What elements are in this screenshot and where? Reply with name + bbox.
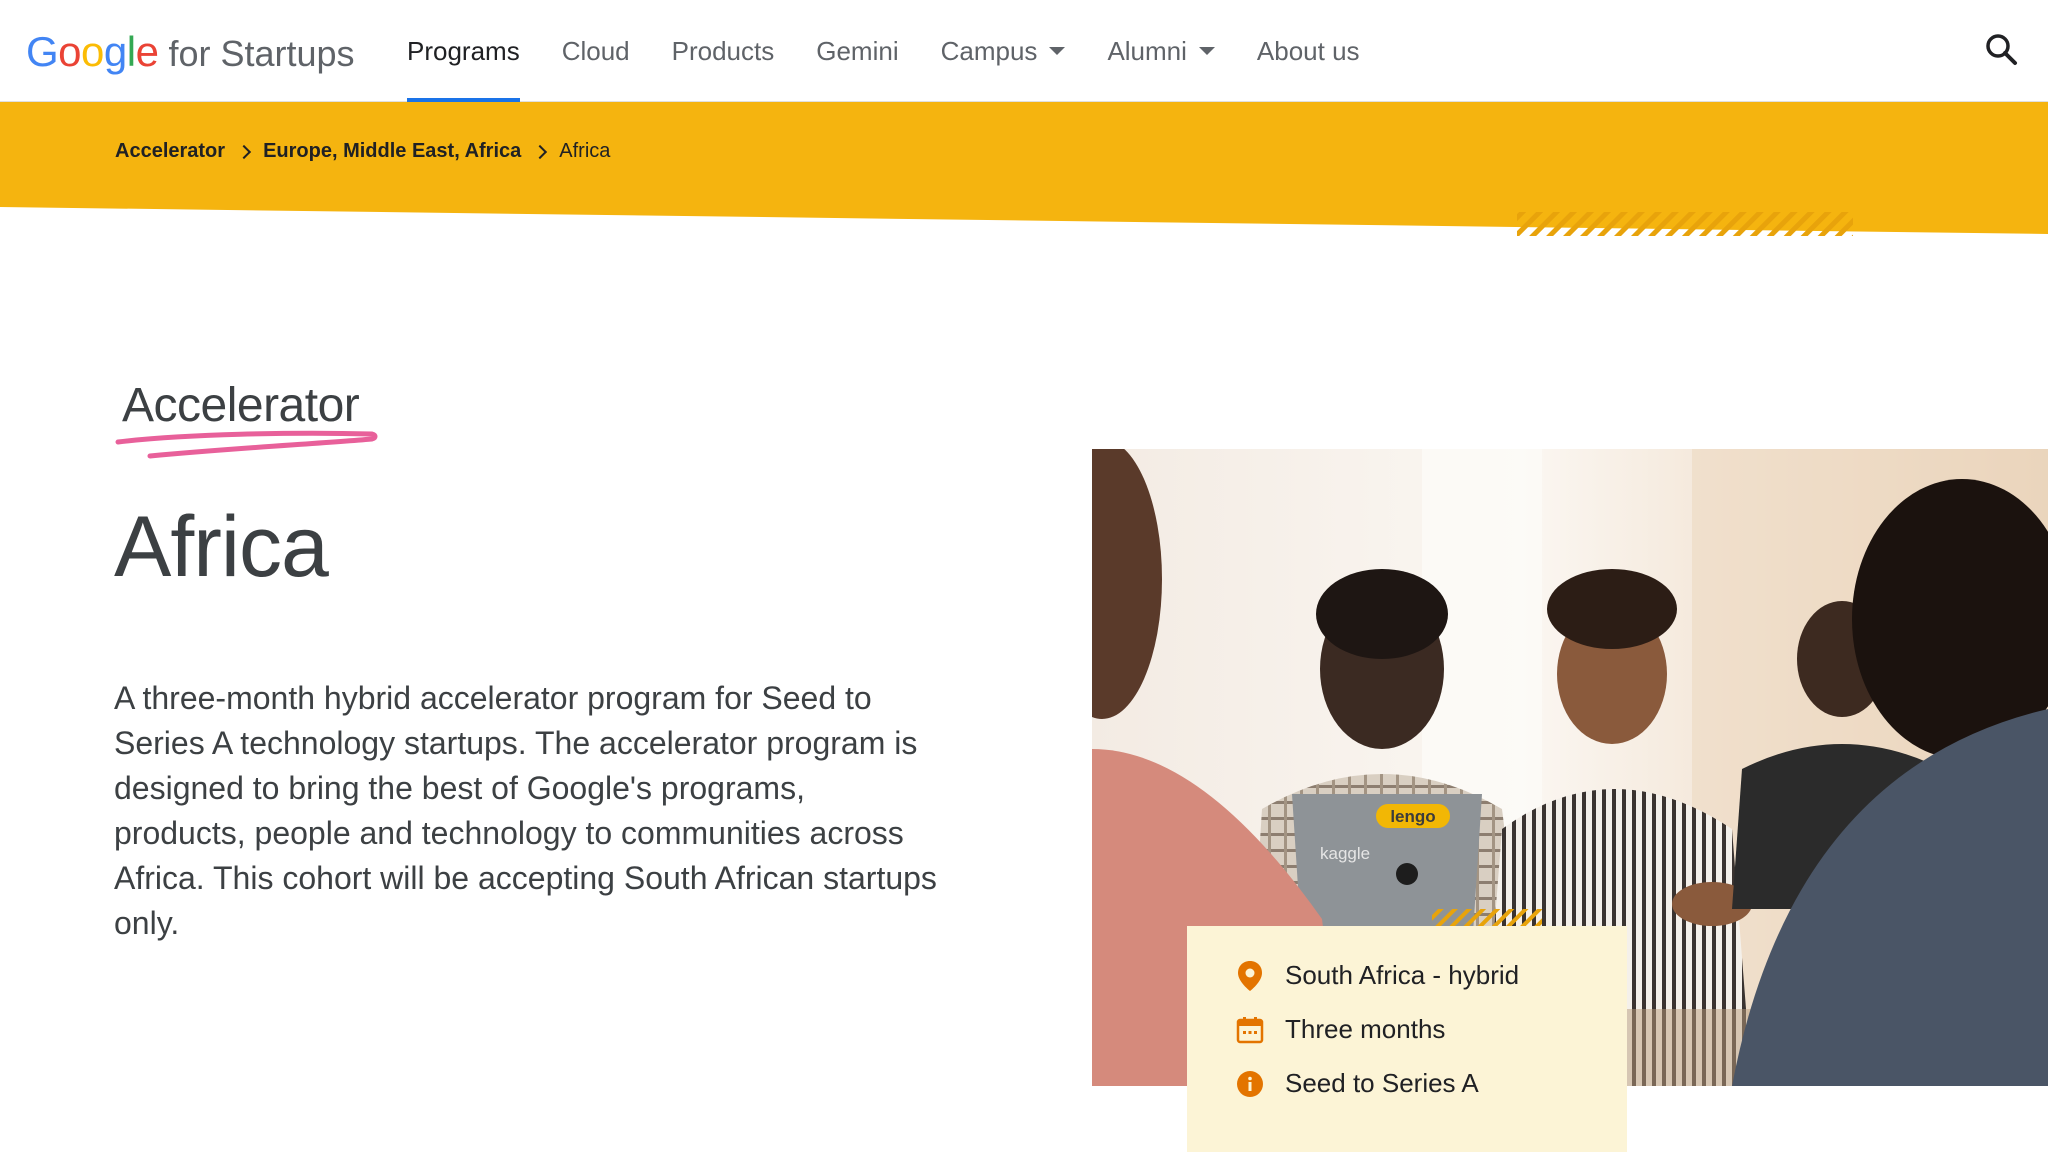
nav-alumni[interactable]: Alumni xyxy=(1107,0,1215,102)
hero-banner xyxy=(0,102,2048,236)
chevron-right-icon xyxy=(533,144,548,159)
nav-products-label: Products xyxy=(671,35,775,66)
nav-campus[interactable]: Campus xyxy=(941,0,1066,102)
laptop-sticker-kaggle: kaggle xyxy=(1320,844,1370,863)
nav-cloud[interactable]: Cloud xyxy=(562,0,630,102)
breadcrumb-current: Africa xyxy=(559,140,611,162)
info-icon xyxy=(1235,1069,1265,1099)
nav-alumni-label: Alumni xyxy=(1107,35,1187,66)
nav-programs[interactable]: Programs xyxy=(407,0,520,102)
program-description: A three-month hybrid accelerator program… xyxy=(114,680,937,941)
nav-campus-label: Campus xyxy=(940,35,1038,66)
decorative-hatch xyxy=(1517,212,1853,236)
laptop-sticker-lengo: lengo xyxy=(1390,807,1435,826)
info-stage: Seed to Series A xyxy=(1235,1068,1479,1099)
nav-cloud-label: Cloud xyxy=(561,35,630,66)
info-stage-text: Seed to Series A xyxy=(1285,1068,1479,1098)
search-icon xyxy=(1986,34,2017,65)
nav-gemini-label: Gemini xyxy=(816,35,899,66)
google-for-startups-logo[interactable]: Google for Startups xyxy=(26,28,355,75)
info-duration-text: Three months xyxy=(1285,1014,1446,1044)
info-location: South Africa - hybrid xyxy=(1235,960,1519,991)
scribble-underline xyxy=(115,430,378,459)
program-info-card: South Africa - hybrid Three months Seed … xyxy=(1187,926,1627,1152)
chevron-down-icon xyxy=(1198,47,1215,55)
calendar-icon xyxy=(1235,1015,1265,1045)
info-location-text: South Africa - hybrid xyxy=(1285,960,1520,990)
breadcrumb-emea[interactable]: Europe, Middle East, Africa xyxy=(263,140,521,163)
search-button[interactable] xyxy=(1982,30,2022,70)
chevron-right-icon xyxy=(236,144,252,159)
google-wordmark: Google xyxy=(26,28,159,75)
page-title: Africa xyxy=(114,499,329,595)
logo-suffix: for Startups xyxy=(168,33,355,74)
chevron-down-icon xyxy=(1049,47,1066,55)
main-nav: Programs Cloud Products Gemini Campus Al… xyxy=(407,0,1402,102)
breadcrumb: Accelerator Europe, Middle East, Africa … xyxy=(115,140,610,163)
top-navigation: Google for Startups Programs Cloud Produ… xyxy=(0,0,2048,102)
program-eyebrow: Accelerator xyxy=(122,379,360,432)
nav-programs-label: Programs xyxy=(407,35,520,66)
nav-products[interactable]: Products xyxy=(672,0,775,102)
location-pin-icon xyxy=(1235,960,1265,991)
info-duration: Three months xyxy=(1235,1014,1445,1045)
nav-about-label: About us xyxy=(1256,35,1360,66)
nav-gemini[interactable]: Gemini xyxy=(816,0,898,102)
breadcrumb-accelerator[interactable]: Accelerator xyxy=(115,140,225,163)
nav-about-us[interactable]: About us xyxy=(1257,0,1360,102)
